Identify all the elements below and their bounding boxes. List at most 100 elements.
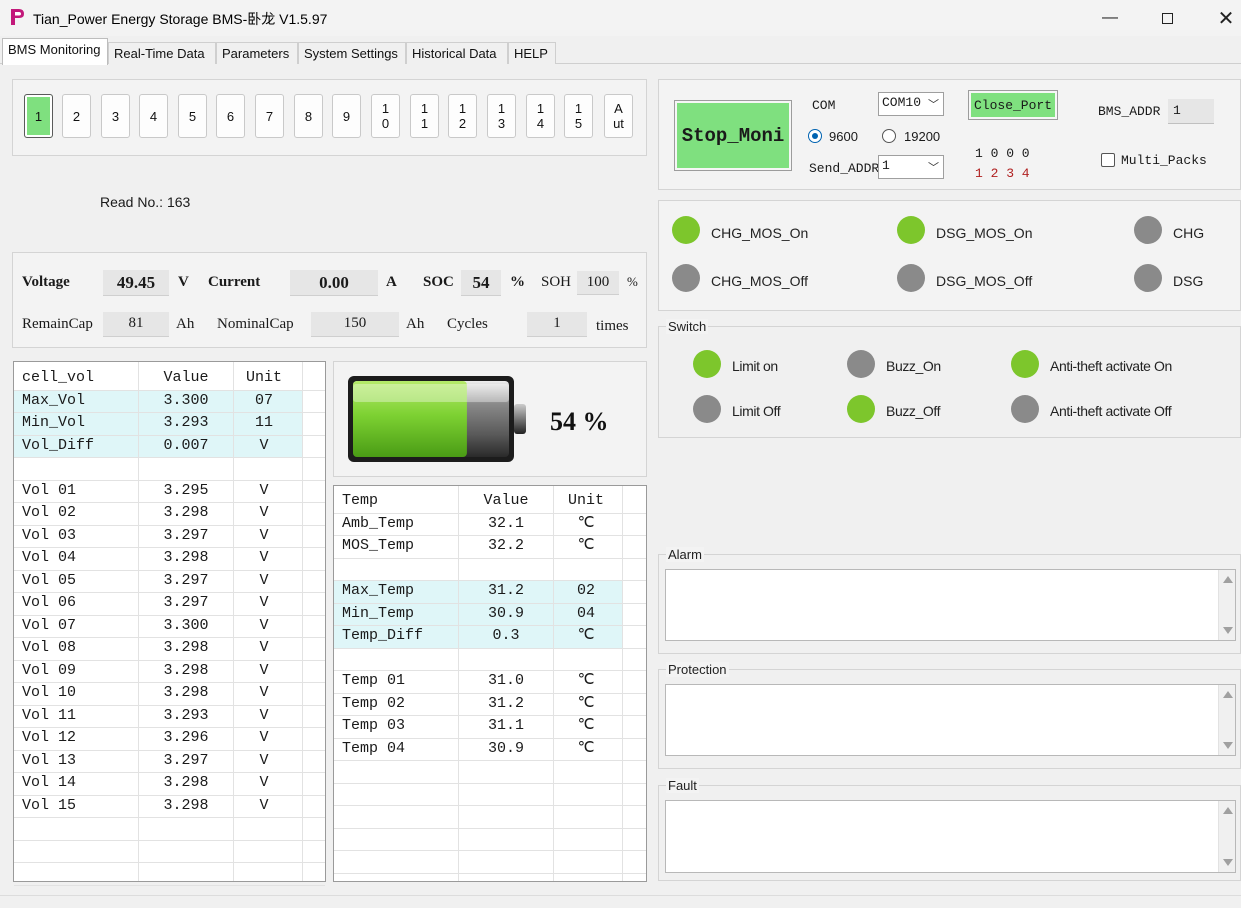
cell-row-col-0: Vol 04 [22,549,77,566]
cell-summary-row-col-0: Vol_Diff [22,436,95,454]
led-limit-off[interactable] [693,395,721,423]
soc-unit: % [510,274,525,290]
pack-button-5[interactable]: 5 [178,94,207,138]
led-buzz-on[interactable] [847,350,875,378]
led-anti-theft-on[interactable] [1011,350,1039,378]
label-chg: CHG [1173,225,1205,241]
alarm-group-title: Alarm [666,547,704,562]
send-addr-label: Send_ADDR [809,161,880,176]
minimize-button[interactable]: — [1087,4,1133,32]
grid-line [334,827,646,829]
pack-button-auto[interactable]: Aut [604,94,633,138]
tab-bms-monitoring[interactable]: BMS Monitoring [2,38,108,65]
read-number-label: Read No.: [100,194,164,210]
cell-row-col-1: 3.298 [163,774,209,791]
led-anti-theft-off[interactable] [1011,395,1039,423]
tab-historical-data[interactable]: Historical Data [406,42,508,64]
cell-table-header-col-0: cell_vol [22,369,95,386]
cell-summary-row-col-1: 3.293 [163,414,209,431]
fault-log[interactable] [665,800,1236,873]
pack-button-12[interactable]: 12 [448,94,477,138]
label-dsg-mos-off: DSG_MOS_Off [936,273,1033,289]
baud-19200-radio[interactable] [882,129,896,143]
maximize-button[interactable] [1144,4,1190,32]
tab-help[interactable]: HELP [508,42,556,64]
cell-row-col-2: V [259,684,269,701]
grid-line [553,486,554,881]
close-window-button[interactable]: ✕ [1203,4,1241,32]
grid-line [334,872,646,874]
stop-monitoring-button[interactable]: Stop_Moni [674,100,792,171]
read-number-value: 163 [166,194,191,210]
temp-table-header-col-1: Value [483,492,529,509]
battery-panel: 54 % [333,361,647,477]
tab-system-settings[interactable]: System Settings [298,42,406,64]
temp-row-col-2: ℃ [577,739,595,757]
temp-row-col-2: ℃ [577,672,595,689]
pack-button-11[interactable]: 11 [410,94,439,138]
fault-scrollbar[interactable] [1218,801,1235,872]
alarm-log[interactable] [665,569,1236,641]
send-addr-value: 1 [882,158,890,173]
temperature-table[interactable]: Temp Value Unit Amb_Temp 32.1 ℃ MOS_Temp 32.2 ℃ M… [333,485,647,882]
label-anti-theft-on: Anti-theft activate On [1050,358,1172,374]
pack-button-9[interactable]: 9 [332,94,361,138]
tab-parameters[interactable]: Parameters [216,42,298,64]
temp-row-col-1: 31.1 [487,717,524,734]
led-dsg-mos-off [897,264,925,292]
pack-button-3[interactable]: 3 [101,94,130,138]
soh-value: 100 [577,271,619,295]
temp-row-col-2: ℃ [577,694,595,712]
baud-9600-radio[interactable] [808,129,822,143]
led-buzz-off[interactable] [847,395,875,423]
protection-scrollbar[interactable] [1218,685,1235,755]
protection-log[interactable] [665,684,1236,756]
label-buzz-on: Buzz_On [886,358,941,374]
pack-button-7[interactable]: 7 [255,94,284,138]
protection-group-title: Protection [666,662,729,677]
voltage-label: Voltage [22,274,70,290]
baud-19200-label: 19200 [904,129,941,144]
com-port-select[interactable]: COM10 ﹀ [878,92,944,116]
temp-summary-row-col-2: 02 [576,582,595,599]
pack-button-15[interactable]: 15 [564,94,593,138]
cell-row-col-1: 3.297 [163,751,209,769]
label-limit-off: Limit Off [732,403,781,419]
temp-summary-row-col-0: Min_Temp [342,604,415,622]
pack-button-6[interactable]: 6 [216,94,245,138]
temp-row-col-1: 30.9 [487,739,524,757]
nominalcap-unit: Ah [406,316,425,332]
pack-button-14[interactable]: 14 [526,94,555,138]
cell-voltage-table[interactable]: cell_vol Value Unit Max_Vol 3.300 07 Min_Vol 3.… [13,361,326,886]
temp-row-col-0: Temp 04 [342,739,406,757]
scroll-up-icon [1223,691,1233,698]
pack-button-2[interactable]: 2 [62,94,91,138]
tab-real-time-data[interactable]: Real-Time Data [108,42,216,64]
temp-row-col-0: Temp 03 [342,717,406,734]
pack-button-10[interactable]: 10 [371,94,400,138]
alarm-scrollbar[interactable] [1218,570,1235,640]
grid-line [138,362,139,881]
pack-button-1[interactable]: 1 [24,94,53,138]
chevron-down-icon: ﹀ [928,100,939,112]
cell-row-col-2: V [259,549,269,566]
cell-row-col-0: Vol 11 [22,706,77,724]
temp-summary-row-col-0: Temp_Diff [342,627,424,644]
current-label: Current [208,274,261,290]
cell-summary-row-col-2: 07 [254,391,273,409]
pack-button-4[interactable]: 4 [139,94,168,138]
pack-button-8[interactable]: 8 [294,94,323,138]
led-limit-on[interactable] [693,350,721,378]
send-addr-select[interactable]: 1 ﹀ [878,155,944,179]
grid-line [14,862,325,863]
led-dsg [1134,264,1162,292]
cell-row-col-1: 3.297 [163,571,209,589]
bms-addr-input[interactable]: 1 [1168,99,1214,124]
cell-row-col-0: Vol 12 [22,729,77,746]
pack-button-13[interactable]: 13 [487,94,516,138]
cycles-label: Cycles [447,316,488,332]
multi-packs-checkbox[interactable] [1101,153,1115,167]
minimize-icon: — [1102,9,1118,26]
close-port-button[interactable]: Close_Port [968,90,1058,120]
cell-summary-row-col-0: Min_Vol [22,414,86,431]
